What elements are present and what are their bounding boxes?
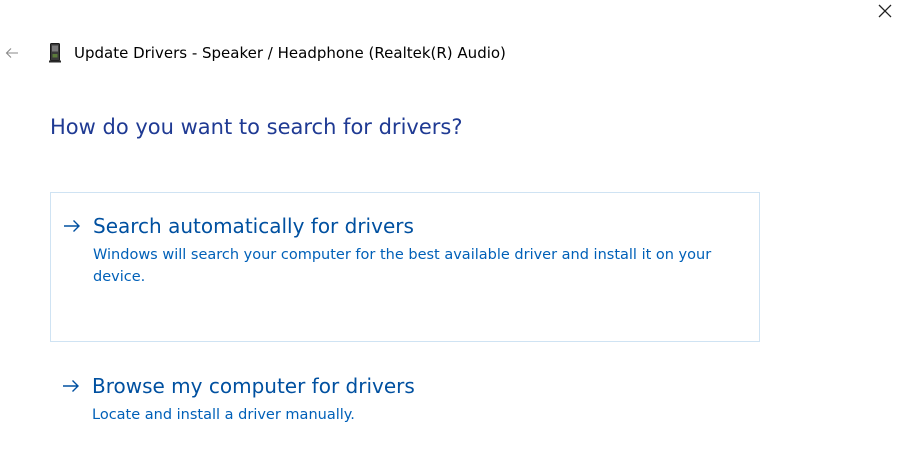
back-button[interactable] (0, 40, 26, 66)
right-arrow-icon (63, 213, 85, 239)
window-title: Update Drivers - Speaker / Headphone (Re… (74, 44, 506, 62)
search-automatically-title: Search automatically for drivers (93, 214, 414, 238)
back-arrow-icon (5, 44, 19, 63)
window-header: Update Drivers - Speaker / Headphone (Re… (0, 40, 506, 66)
update-drivers-window: Update Drivers - Speaker / Headphone (Re… (0, 0, 905, 471)
browse-computer-description: Locate and install a driver manually. (92, 407, 355, 423)
browse-computer-option[interactable]: Browse my computer for drivers Locate an… (50, 362, 760, 442)
right-arrow-icon (62, 373, 84, 399)
search-automatically-option[interactable]: Search automatically for drivers Windows… (50, 192, 760, 342)
audio-device-icon (48, 42, 62, 64)
browse-computer-title: Browse my computer for drivers (92, 374, 415, 398)
search-automatically-description: Windows will search your computer for th… (93, 247, 712, 285)
close-button[interactable] (865, 0, 905, 22)
close-icon (877, 3, 893, 19)
page-heading: How do you want to search for drivers? (50, 115, 463, 139)
